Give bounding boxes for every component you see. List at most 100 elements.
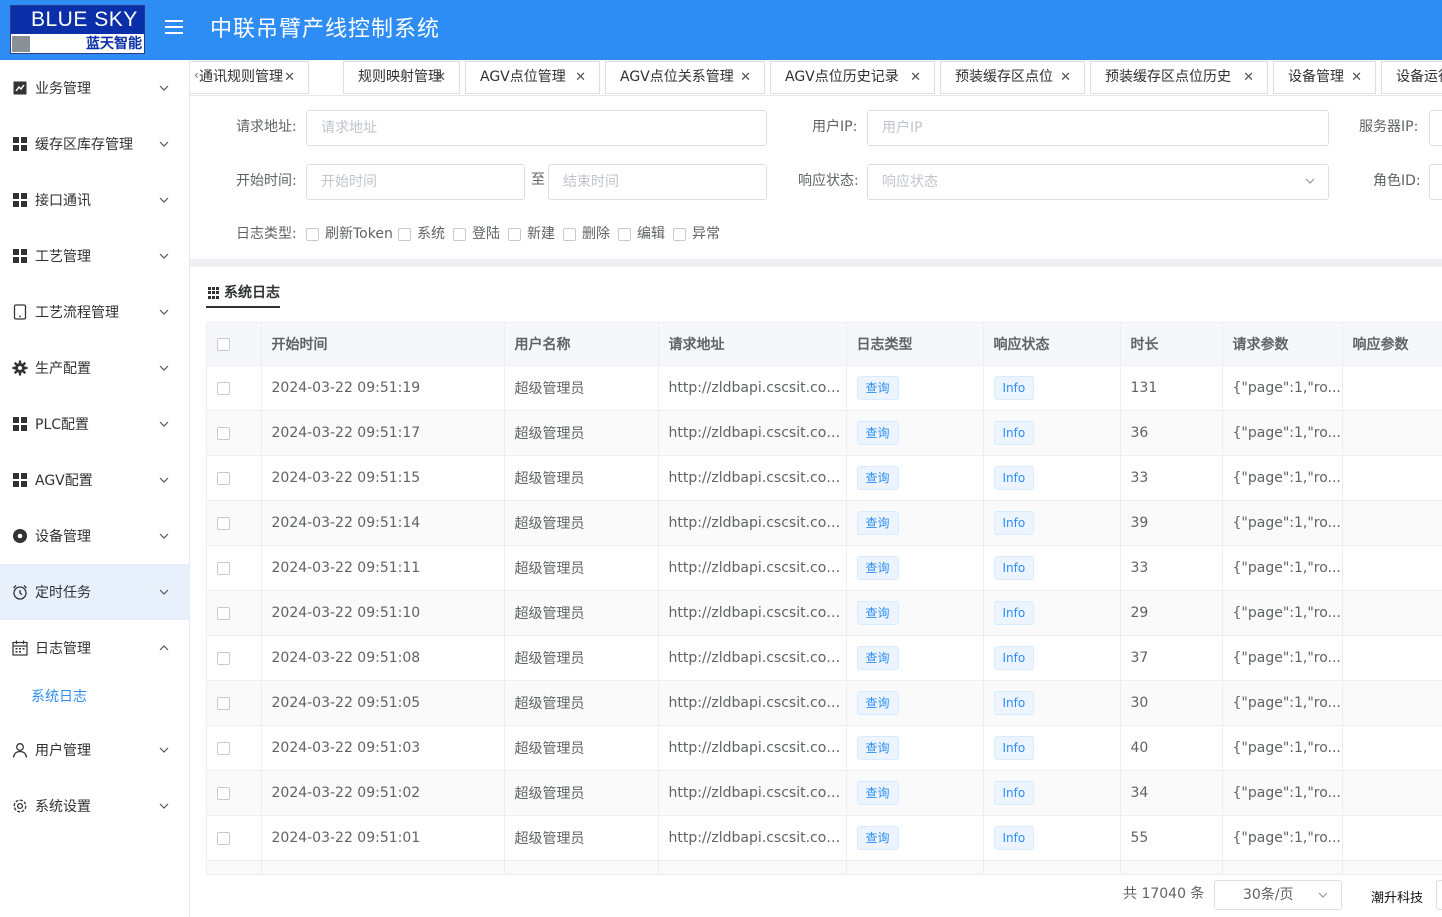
tab-item[interactable]: AGV点位历史记录 ✕ [770, 61, 935, 94]
request-url-input[interactable]: 请求地址 [306, 110, 767, 146]
close-icon[interactable]: ✕ [435, 62, 446, 93]
table-row: 2024-03-22 09:51:02 超级管理员 http://zldbapi.c… [207, 770, 1442, 816]
row-checkbox[interactable] [217, 741, 230, 755]
log-type-checkbox[interactable] [508, 228, 521, 241]
sidebar-item-item-4[interactable]: 工艺流程管理 [0, 284, 190, 340]
start-time-cell: 2024-03-22 09:51:02 [261, 770, 505, 816]
user-ip-input[interactable]: 用户IP [867, 110, 1329, 146]
log-type-checkbox[interactable] [618, 228, 631, 241]
chevron-down-icon [158, 586, 170, 598]
sidebar-item-item-3[interactable]: 工艺管理 [0, 228, 190, 284]
select-all-checkbox[interactable] [217, 337, 230, 351]
response-status-cell: Info [983, 815, 1121, 861]
tab-item[interactable]: 规则映射管理 ✕ [343, 61, 460, 94]
logo-subtext: 蓝天智能 [86, 36, 142, 52]
row-checkbox[interactable] [217, 561, 230, 575]
server-ip-label: 服务器IP: [1359, 119, 1419, 135]
sidebar-item-agv[interactable]: AGV配置 [0, 452, 190, 508]
row-checkbox[interactable] [217, 381, 230, 395]
request-params-cell: {"page":1,"ro... [1222, 500, 1343, 546]
gear-icon [12, 360, 28, 376]
row-checkbox[interactable] [217, 516, 230, 530]
response-status-cell: Info [983, 680, 1121, 726]
close-icon[interactable]: ✕ [575, 62, 586, 93]
request-params-cell: {"page":1,"ro... [1222, 410, 1343, 456]
request-params-cell: {"page":1,"ro... [1222, 770, 1343, 816]
row-checkbox[interactable] [217, 831, 230, 845]
sidebar-item-label: 缓存区库存管理 [35, 137, 133, 153]
tab-item[interactable]: AGV点位管理 ✕ [465, 61, 600, 94]
hamburger-menu-icon[interactable] [165, 20, 183, 38]
log-type-checkbox[interactable] [398, 228, 411, 241]
tab-item[interactable]: 设备运行 [1381, 61, 1442, 94]
start-time-input[interactable]: 开始时间 [306, 164, 525, 200]
sidebar-item-item-8[interactable]: 设备管理 [0, 508, 190, 564]
request-params-cell: {"page":1,"ro... [1222, 815, 1343, 861]
tab-label: 规则映射管理 [358, 69, 442, 85]
close-icon[interactable]: ✕ [910, 62, 921, 93]
response-status-select[interactable]: 响应状态 [867, 164, 1329, 200]
log-type-tag: 查询 [856, 736, 899, 760]
log-type-checkbox[interactable] [306, 228, 319, 241]
close-icon[interactable]: ✕ [1060, 62, 1071, 93]
sidebar-item-plc[interactable]: PLC配置 [0, 396, 190, 452]
grid-icon [12, 248, 28, 264]
response-status-tag: Info [993, 466, 1035, 490]
duration-cell: 30 [1120, 680, 1223, 726]
response-status-cell: Info [983, 500, 1121, 546]
role-id-input[interactable] [1429, 164, 1442, 200]
row-checkbox[interactable] [217, 606, 230, 620]
duration-cell: 39 [1120, 500, 1223, 546]
duration-cell: 34 [1120, 770, 1223, 816]
response-params-cell [1342, 455, 1442, 501]
response-status-tag: Info [993, 556, 1035, 580]
logo: BLUE SKY 蓝天智能 [10, 5, 145, 54]
tab-scroll-left-icon[interactable]: ‹ [194, 68, 199, 82]
sidebar-item-item-11[interactable]: 用户管理 [0, 722, 190, 778]
sidebar-item-item-1[interactable]: 缓存区库存管理 [0, 116, 190, 172]
row-checkbox[interactable] [217, 651, 230, 665]
logo-mark [12, 36, 30, 52]
page-size-select[interactable]: 30条/页 [1214, 880, 1342, 910]
log-type-checkbox[interactable] [563, 228, 576, 241]
close-icon[interactable]: ✕ [1243, 62, 1254, 93]
close-icon[interactable]: ✕ [740, 62, 751, 93]
tab-label: AGV点位管理 [480, 69, 566, 85]
request-url-cell: http://zldbapi.cscsit.com/... [658, 770, 847, 816]
table-section-title[interactable]: 系统日志 [224, 283, 280, 303]
log-type-checkbox[interactable] [453, 228, 466, 241]
tab-label: 设备管理 [1288, 69, 1344, 85]
sidebar-item-item-9[interactable]: 定时任务 [0, 564, 190, 620]
response-status-cell: Info [983, 455, 1121, 501]
section-title-underline [206, 306, 280, 308]
tab-item[interactable]: AGV点位关系管理 ✕ [605, 61, 765, 94]
log-type-checkbox[interactable] [673, 228, 686, 241]
row-checkbox[interactable] [217, 696, 230, 710]
close-icon[interactable]: ✕ [1351, 62, 1362, 93]
log-type-tag: 查询 [856, 556, 899, 580]
tab-item[interactable]: 设备管理 ✕ [1273, 61, 1376, 94]
table-row: 2024-03-22 09:51:08 超级管理员 http://zldbapi.c… [207, 635, 1442, 681]
chevron-down-icon [158, 474, 170, 486]
chevron-down-icon [158, 138, 170, 150]
response-params-cell [1342, 500, 1442, 546]
table-row: 2024-03-22 09:51:10 超级管理员 http://zldbapi.c… [207, 590, 1442, 636]
pager-button[interactable] [1436, 880, 1442, 910]
row-checkbox[interactable] [217, 786, 230, 800]
sidebar-item-item-5[interactable]: 生产配置 [0, 340, 190, 396]
partial-row-cell [504, 860, 659, 874]
response-status-cell: Info [983, 590, 1121, 636]
tab-item[interactable]: 预装缓存区点位历史 ✕ [1090, 61, 1268, 94]
close-icon[interactable]: ✕ [284, 62, 295, 93]
row-checkbox[interactable] [217, 471, 230, 485]
sidebar-item-item-10[interactable]: 日志管理 [0, 620, 190, 676]
row-checkbox[interactable] [217, 426, 230, 440]
end-time-input[interactable]: 结束时间 [548, 164, 767, 200]
sidebar-item-item-12[interactable]: 系统设置 [0, 778, 190, 834]
sidebar-item-item-0[interactable]: 业务管理 [0, 60, 190, 116]
server-ip-input[interactable] [1429, 110, 1442, 146]
tab-item[interactable]: 通讯规则管理 ✕ [190, 61, 309, 94]
sidebar-subitem-system-log[interactable]: 系统日志 [0, 679, 190, 715]
tab-item[interactable]: 预装缓存区点位 ✕ [940, 61, 1085, 94]
sidebar-item-item-2[interactable]: 接口通讯 [0, 172, 190, 228]
